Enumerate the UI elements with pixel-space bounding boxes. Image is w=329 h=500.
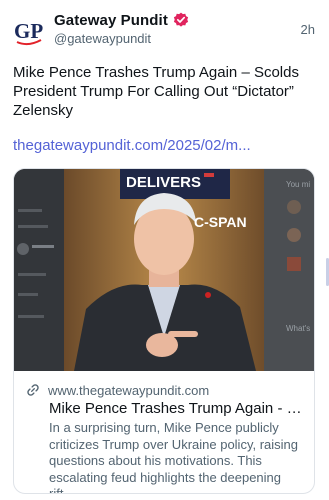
author-avatar[interactable]: GP: [14, 16, 44, 46]
link-preview-meta[interactable]: www.thegatewaypundit.com Mike Pence Tras…: [14, 371, 314, 494]
media-background-right: You mi What's: [264, 169, 314, 371]
link-icon: [26, 383, 40, 397]
link-domain-row: www.thegatewaypundit.com: [26, 381, 304, 399]
media-background-left: [14, 169, 64, 371]
link-preview-card[interactable]: DELIVERS C-SPAN You mi What's www.thegat…: [13, 168, 315, 494]
author-handle[interactable]: @gatewaypundit: [54, 31, 189, 46]
gateway-pundit-logo-icon: GP: [14, 19, 43, 46]
svg-text:You mi: You mi: [286, 180, 310, 189]
cspan-watermark: C-SPAN: [194, 214, 247, 230]
link-description: In a surprising turn, Mike Pence publicl…: [49, 420, 298, 494]
post-timestamp[interactable]: 2h: [301, 22, 315, 37]
scrollbar[interactable]: [325, 0, 329, 500]
link-domain: www.thegatewaypundit.com: [48, 382, 210, 398]
author-display-name[interactable]: Gateway Pundit: [54, 12, 168, 29]
post-link[interactable]: thegatewaypundit.com/2025/02/m...: [13, 137, 251, 154]
media-speaker-photo: DELIVERS C-SPAN: [64, 169, 264, 371]
author-names: Gateway Pundit @gatewaypundit: [54, 10, 189, 46]
link-preview-image[interactable]: DELIVERS C-SPAN You mi What's: [14, 169, 314, 371]
banner-text: DELIVERS: [126, 174, 201, 191]
verified-badge-icon: [173, 12, 189, 28]
post-card[interactable]: GP Gateway Pundit @gatewaypundit 2h Mike…: [0, 0, 329, 500]
post-text: Mike Pence Trashes Trump Again – Scolds …: [13, 64, 299, 119]
link-title[interactable]: Mike Pence Trashes Trump Again - Scolds …: [49, 400, 311, 417]
svg-text:What's: What's: [286, 324, 310, 333]
post-header: GP Gateway Pundit @gatewaypundit 2h: [14, 10, 319, 50]
svg-text:GP: GP: [14, 19, 43, 43]
